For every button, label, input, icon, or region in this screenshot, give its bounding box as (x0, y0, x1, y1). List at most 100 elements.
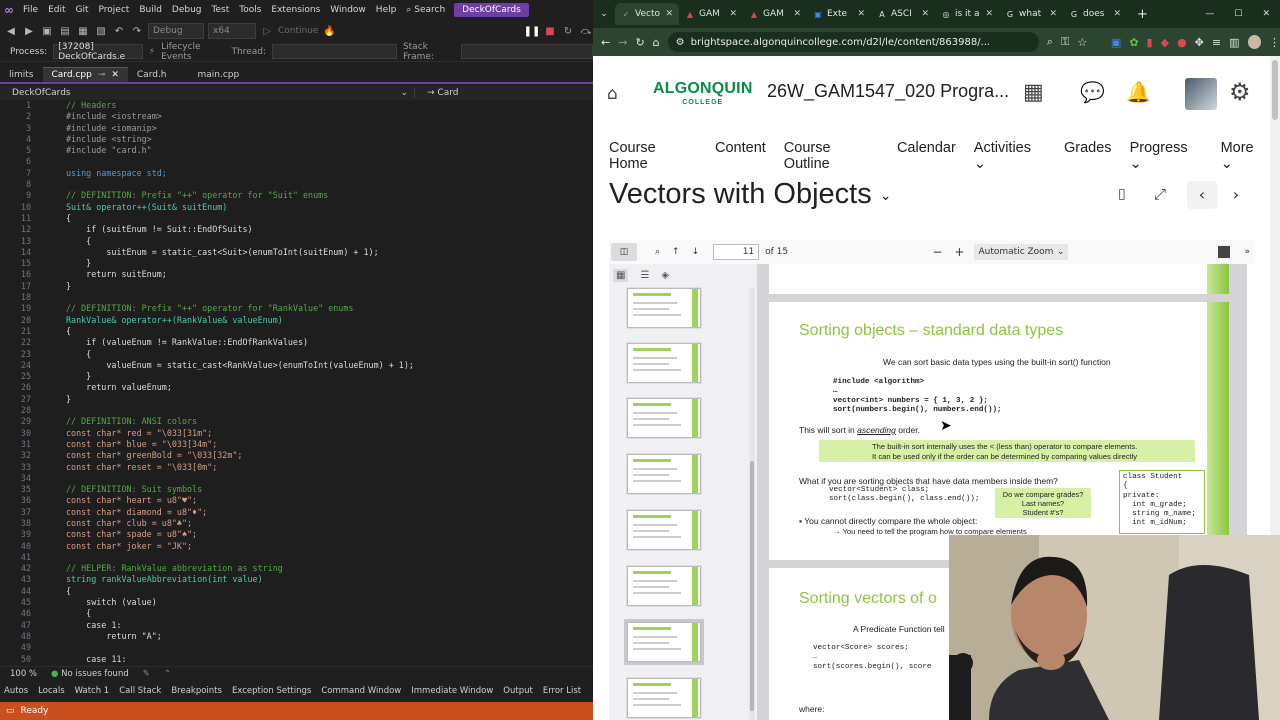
solution-name-badge[interactable]: DeckOfCards (454, 3, 529, 17)
forward-icon[interactable]: ▶ (22, 24, 36, 38)
page-number-input[interactable]: 11 (713, 244, 760, 260)
code-line[interactable]: 49 (0, 642, 593, 653)
close-tab-icon[interactable]: ✕ (857, 9, 865, 19)
save-icon[interactable]: ▦ (76, 24, 90, 38)
page-thumbnail[interactable] (627, 454, 701, 494)
page-thumbnail[interactable] (627, 343, 701, 383)
user-avatar[interactable] (1185, 78, 1217, 110)
search-menu[interactable]: ⌕ Search (401, 5, 450, 15)
code-text[interactable]: const char* club = u8"♣"; (38, 518, 192, 529)
extension-bar-icon[interactable]: ▮ (1147, 36, 1153, 49)
code-text[interactable]: // DEFINITION: Suit symbols (38, 484, 202, 495)
outline-view-icon[interactable]: ☰ (640, 270, 649, 281)
tool-tab-autos[interactable]: Autos (4, 686, 28, 696)
code-line[interactable]: 44 { (0, 586, 593, 597)
stack-frame-dropdown[interactable] (460, 44, 593, 59)
lifecycle-events-button[interactable]: Lifecycle Events (161, 42, 225, 62)
close-tab-icon[interactable]: ✕ (665, 9, 673, 19)
code-line[interactable]: 1 // Headers (0, 100, 593, 111)
code-line[interactable]: 47 case 1: (0, 620, 593, 631)
course-nav-progress[interactable]: Progress ⌄ (1130, 140, 1203, 172)
notification-bell-icon[interactable]: 🔔 (1126, 80, 1151, 104)
code-line[interactable]: 17} (0, 281, 593, 292)
code-line[interactable]: 37 const char* diamond = u8"♦"; (0, 507, 593, 518)
menu-build[interactable]: Build (134, 5, 167, 15)
minimize-icon[interactable]: — (1195, 9, 1224, 19)
code-line[interactable]: 16 return suitEnum; (0, 269, 593, 280)
code-line[interactable]: 46 { (0, 608, 593, 619)
restart-icon[interactable]: ↻ (561, 24, 575, 38)
code-text[interactable]: const char* red = "\033[31m"; (38, 428, 212, 439)
tool-tab-call-stack[interactable]: Call Stack (119, 686, 161, 696)
zoom-dropdown[interactable]: Automatic Zoom ⌄ (974, 244, 1069, 260)
code-line[interactable]: 25 } (0, 371, 593, 382)
step-over-icon[interactable]: ⤼ (579, 24, 593, 38)
code-line[interactable]: 39 const char* spade = u8"♠"; (0, 529, 593, 540)
code-line[interactable]: 33 const char* reset = "\033[0m"; (0, 462, 593, 473)
platform-dropdown[interactable]: x64 (208, 23, 256, 39)
browser-tab[interactable]: ◎ is it a ✕ (935, 3, 999, 25)
code-text[interactable]: const char* diamond = u8"♦"; (38, 507, 207, 518)
browser-tab[interactable]: Gwhat ✕ (999, 3, 1063, 25)
code-line[interactable]: 21 { (0, 326, 593, 337)
code-line[interactable]: 31 const char* blue = "\033[34m"; (0, 439, 593, 450)
code-line[interactable]: 3 #include <iomanip> (0, 123, 593, 134)
browser-tab[interactable]: ▲ GAM ✕ (679, 3, 743, 25)
code-line[interactable]: 6 (0, 156, 593, 167)
code-text[interactable]: } (38, 281, 71, 292)
code-line[interactable]: 40 const char* joker = "JK"; (0, 541, 593, 552)
chevron-down-icon[interactable]: ⌄ (880, 187, 892, 203)
profile-avatar[interactable] (1247, 35, 1261, 49)
code-text[interactable]: // DEFINITION: ANSI colors (38, 416, 197, 427)
menu-project[interactable]: Project (94, 5, 135, 15)
extension-pdf-icon[interactable]: ◆ (1161, 36, 1169, 49)
pause-icon[interactable]: ❚❚ (524, 24, 541, 38)
code-text[interactable]: return "A"; (38, 631, 161, 642)
home-icon[interactable]: ⌂ (607, 84, 618, 104)
reading-list-icon[interactable]: ≡ (1212, 36, 1221, 49)
code-line[interactable]: 23 { (0, 349, 593, 360)
code-text[interactable]: // DEFINITION: Prefix "++" operator for … (38, 303, 353, 314)
code-line[interactable]: 7 using namespace std; (0, 168, 593, 179)
code-text[interactable]: string rankValueAbbreviation(int value) (38, 574, 263, 585)
extensions-puzzle-icon[interactable]: ✥ (1195, 36, 1204, 49)
code-text[interactable]: if (suitEnum != Suit::EndOfSuits) (38, 224, 252, 235)
code-line[interactable]: 11 { (0, 213, 593, 224)
code-line[interactable]: 2 #include <iostream> (0, 111, 593, 122)
code-line[interactable]: 27} (0, 394, 593, 405)
issues-indicator[interactable]: ● No issues found (51, 669, 129, 679)
thread-dropdown[interactable] (272, 44, 397, 59)
message-alerts-icon[interactable]: 💬 (1080, 80, 1105, 104)
previous-topic-button[interactable]: ‹ (1187, 181, 1217, 209)
back-arrow-icon[interactable]: ← (601, 36, 610, 49)
tool-tab-locals[interactable]: Locals (38, 686, 64, 696)
course-nav-activities[interactable]: Activities ⌄ (974, 140, 1046, 172)
password-key-icon[interactable]: ⚿ (1061, 35, 1069, 49)
code-line[interactable]: 22 if (valueEnum != RankValue::EndOfRank… (0, 337, 593, 348)
extension-record-icon[interactable]: ● (1177, 36, 1187, 49)
code-text[interactable]: case 1: (38, 620, 121, 631)
code-line[interactable]: 14 suitEnum = static_cast<Suit>(enumToIn… (0, 247, 593, 258)
code-text[interactable]: const char* heart = u8"♥"; (38, 495, 197, 506)
forward-arrow-icon[interactable]: → (618, 36, 627, 49)
browser-tab[interactable]: ✓ Vecto ✕ (615, 3, 679, 25)
code-line[interactable]: 10 Suit& operator++(Suit& suitEnum) (0, 202, 593, 213)
menu-test[interactable]: Test (207, 5, 235, 15)
code-text[interactable]: } (38, 371, 91, 382)
menu-edit[interactable]: Edit (43, 5, 70, 15)
course-nav-course-home[interactable]: Course Home (609, 140, 697, 172)
college-logo[interactable]: ALGONQUIN COLLEGE (653, 81, 753, 110)
code-line[interactable]: 32 const char* greenBold = "\033[32m"; (0, 450, 593, 461)
code-text[interactable]: } (38, 258, 91, 269)
browser-tab[interactable]: ▲ GAM ✕ (743, 3, 807, 25)
code-line[interactable]: 38 const char* club = u8"♣"; (0, 518, 593, 529)
browser-tab[interactable]: Gdoes ✕ (1063, 3, 1127, 25)
course-nav-content[interactable]: Content (715, 140, 766, 172)
code-line[interactable]: 12 if (suitEnum != Suit::EndOfSuits) (0, 224, 593, 235)
vs-logo-icon[interactable]: ∞ (0, 0, 18, 20)
code-text[interactable]: #include "card.h" (38, 145, 152, 156)
code-text[interactable]: Suit& operator++(Suit& suitEnum) (38, 202, 227, 213)
code-text[interactable]: // Headers (38, 100, 116, 111)
browser-tab[interactable]: ▣ Exte ✕ (807, 3, 871, 25)
site-info-icon[interactable]: ⚙ (676, 37, 685, 48)
